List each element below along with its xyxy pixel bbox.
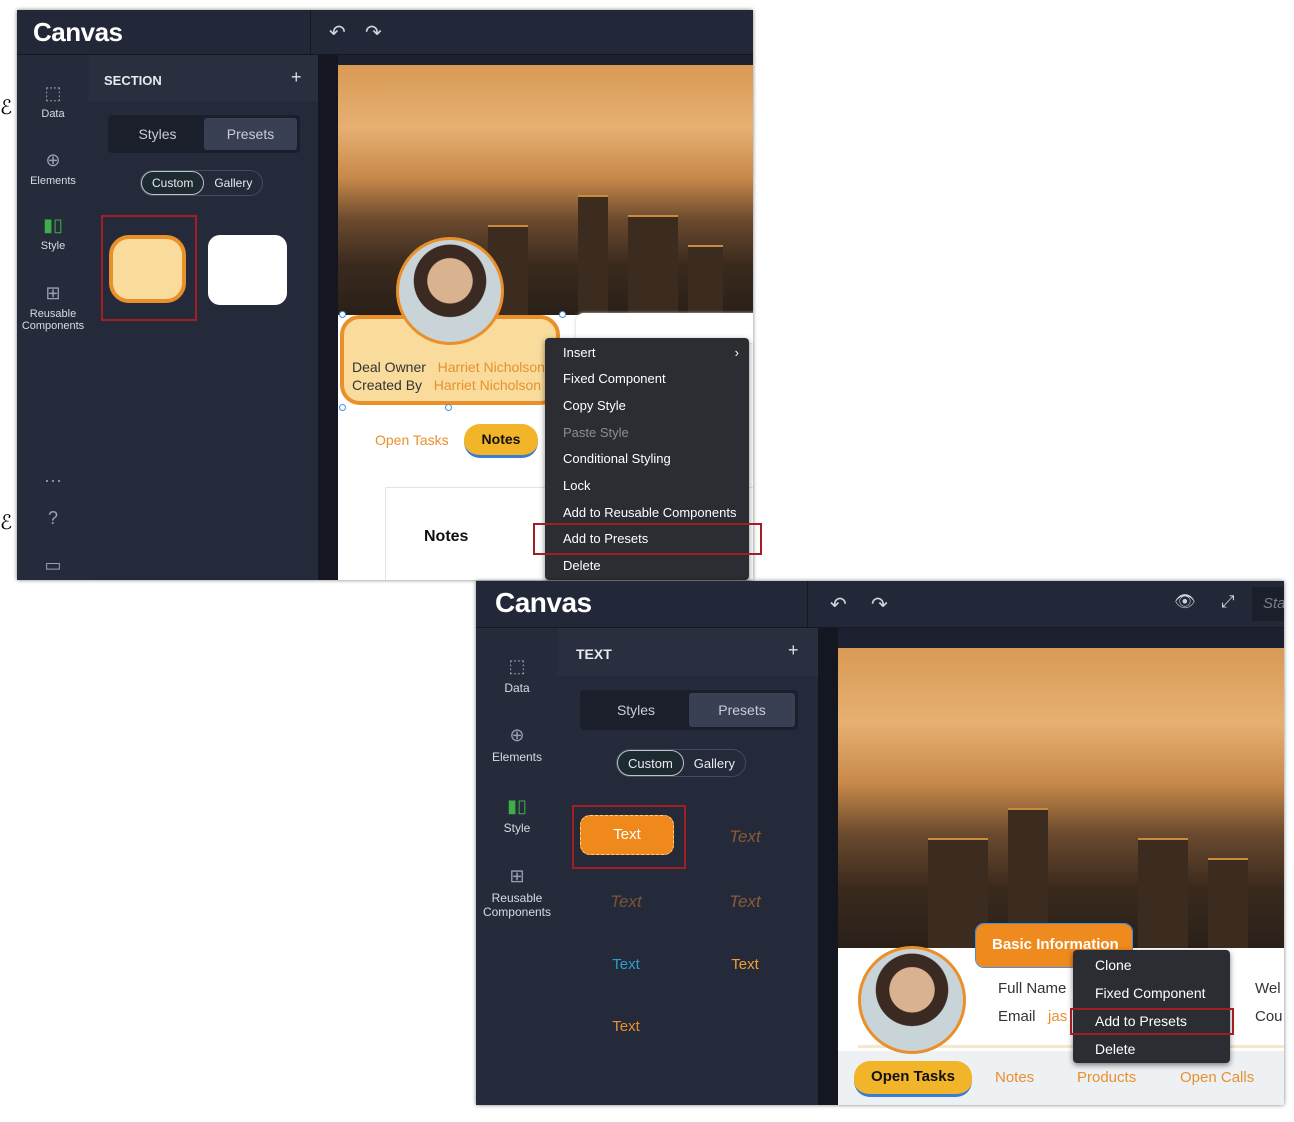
status-field[interactable]: Sta bbox=[1252, 587, 1284, 621]
more-icon[interactable]: ··· bbox=[17, 470, 89, 495]
components-icon: ⊞ bbox=[45, 283, 61, 303]
menu-clone[interactable]: Clone bbox=[1073, 957, 1230, 973]
custom-gallery-toggle: Custom Gallery bbox=[140, 170, 264, 196]
tab-open-calls[interactable]: Open Calls bbox=[1180, 1069, 1254, 1086]
menu-delete[interactable]: Delete bbox=[545, 558, 749, 573]
menu-insert[interactable]: Insert › bbox=[545, 345, 749, 360]
eye-icon[interactable]: 👁 bbox=[1174, 592, 1196, 612]
panel-title: TEXT bbox=[576, 646, 612, 662]
add-icon[interactable]: + bbox=[788, 640, 799, 661]
styles-presets-toggle: Styles Presets bbox=[580, 690, 798, 730]
avatar bbox=[396, 237, 504, 345]
tab-notes[interactable]: Notes bbox=[995, 1069, 1034, 1086]
tab-styles[interactable]: Styles bbox=[111, 118, 204, 150]
notes-title: Notes bbox=[424, 528, 469, 545]
field-email: Email jas bbox=[998, 1008, 1068, 1025]
rail-reusable-components[interactable]: ⊞ Reusable Components bbox=[17, 283, 89, 332]
preset-text-orange[interactable]: Text bbox=[586, 1018, 666, 1035]
tab-open-tasks[interactable]: Open Tasks bbox=[854, 1061, 972, 1097]
preset-text-blue[interactable]: Text bbox=[586, 956, 666, 973]
redo-icon[interactable]: ↷ bbox=[871, 592, 888, 617]
menu-delete[interactable]: Delete bbox=[1073, 1041, 1230, 1057]
plus-circle-icon: ⊕ bbox=[45, 150, 61, 170]
field-country: Cou bbox=[1255, 1008, 1283, 1025]
style-panel: SECTION + Styles Presets Custom Gallery bbox=[89, 55, 318, 580]
tab-styles[interactable]: Styles bbox=[583, 693, 689, 727]
menu-lock[interactable]: Lock bbox=[545, 478, 749, 493]
tab-custom[interactable]: Custom bbox=[617, 750, 684, 776]
highlight-box bbox=[533, 523, 762, 555]
rail-style[interactable]: ▮▯ Style bbox=[476, 796, 558, 835]
menu-copy-style[interactable]: Copy Style bbox=[545, 398, 749, 413]
preset-text-orange-button[interactable]: Text bbox=[580, 815, 674, 855]
undo-icon[interactable]: ↶ bbox=[830, 592, 847, 617]
preset-text-italic[interactable]: Text bbox=[705, 892, 785, 912]
custom-gallery-toggle: Custom Gallery bbox=[616, 749, 746, 777]
field-full-name: Full Name bbox=[998, 980, 1067, 997]
fullscreen-icon[interactable]: ⤢ bbox=[1221, 592, 1235, 612]
tab-custom[interactable]: Custom bbox=[141, 171, 205, 195]
data-icon: ⬚ bbox=[508, 656, 526, 676]
logo: Canvas bbox=[33, 17, 123, 47]
panel-title: SECTION bbox=[104, 73, 162, 88]
help-icon[interactable]: ? bbox=[17, 508, 89, 533]
avatar bbox=[858, 946, 966, 1054]
menu-fixed-component[interactable]: Fixed Component bbox=[545, 371, 749, 386]
chevron-right-icon: › bbox=[734, 345, 739, 360]
tab-presets[interactable]: Presets bbox=[689, 693, 795, 727]
style-icon: ▮▯ bbox=[507, 796, 527, 816]
style-icon: ▮▯ bbox=[43, 215, 63, 235]
preset-text-italic[interactable]: Text bbox=[586, 892, 666, 912]
tab-notes[interactable]: Notes bbox=[464, 424, 538, 458]
styles-presets-toggle: Styles Presets bbox=[108, 115, 300, 153]
undo-icon[interactable]: ↶ bbox=[329, 20, 346, 45]
components-icon: ⊞ bbox=[509, 866, 525, 886]
redo-icon[interactable]: ↷ bbox=[365, 20, 382, 45]
add-icon[interactable]: + bbox=[291, 67, 302, 88]
rail-data[interactable]: ⬚ Data bbox=[476, 656, 558, 695]
rail-elements[interactable]: ⊕ Elements bbox=[476, 725, 558, 764]
plus-circle-icon: ⊕ bbox=[509, 725, 525, 745]
header: Canvas ↶ ↷ bbox=[17, 10, 753, 55]
annotation-mark: ℰ bbox=[0, 97, 13, 119]
preset-text-orange[interactable]: Text bbox=[705, 956, 785, 973]
tab-gallery[interactable]: Gallery bbox=[204, 171, 262, 195]
rail-reusable-components[interactable]: ⊞ Reusable Components bbox=[476, 866, 558, 919]
annotation-mark: ℰ bbox=[0, 512, 13, 534]
preset-section-white[interactable] bbox=[208, 235, 287, 305]
menu-fixed-component[interactable]: Fixed Component bbox=[1073, 985, 1230, 1001]
rail-elements[interactable]: ⊕ Elements bbox=[17, 150, 89, 187]
rail-style[interactable]: ▮▯ Style bbox=[17, 215, 89, 252]
highlight-box bbox=[1070, 1008, 1234, 1035]
preview-icon[interactable]: ▭ bbox=[17, 555, 89, 580]
data-icon: ⬚ bbox=[44, 83, 62, 103]
logo: Canvas bbox=[495, 587, 592, 618]
city-photo bbox=[838, 648, 1284, 948]
left-rail: ⬚ Data ⊕ Elements ▮▯ Style ⊞ Reusable Compon… bbox=[476, 628, 558, 1105]
menu-paste-style: Paste Style bbox=[563, 425, 629, 440]
tab-open-tasks[interactable]: Open Tasks bbox=[375, 432, 449, 448]
field-website: Wel bbox=[1255, 980, 1281, 997]
preset-text-italic[interactable]: Text bbox=[705, 827, 785, 847]
left-rail: ⬚ Data ⊕ Elements ▮▯ Style ⊞ Reusable Compon… bbox=[17, 55, 89, 580]
tab-gallery[interactable]: Gallery bbox=[684, 750, 745, 776]
context-menu: Clone Fixed Component Add to Presets Del… bbox=[1073, 950, 1230, 1063]
tab-products[interactable]: Products bbox=[1077, 1069, 1136, 1086]
menu-add-to-reusable[interactable]: Add to Reusable Components bbox=[545, 505, 749, 520]
tab-presets[interactable]: Presets bbox=[204, 118, 297, 150]
preset-section-orange[interactable] bbox=[109, 235, 186, 303]
rail-data[interactable]: ⬚ Data bbox=[17, 83, 89, 120]
style-panel: TEXT + Styles Presets Custom Gallery Tex… bbox=[558, 628, 818, 1105]
menu-conditional-styling[interactable]: Conditional Styling bbox=[545, 451, 749, 466]
header: Canvas ↶ ↷ 👁 ⤢ Sta bbox=[476, 581, 1284, 628]
